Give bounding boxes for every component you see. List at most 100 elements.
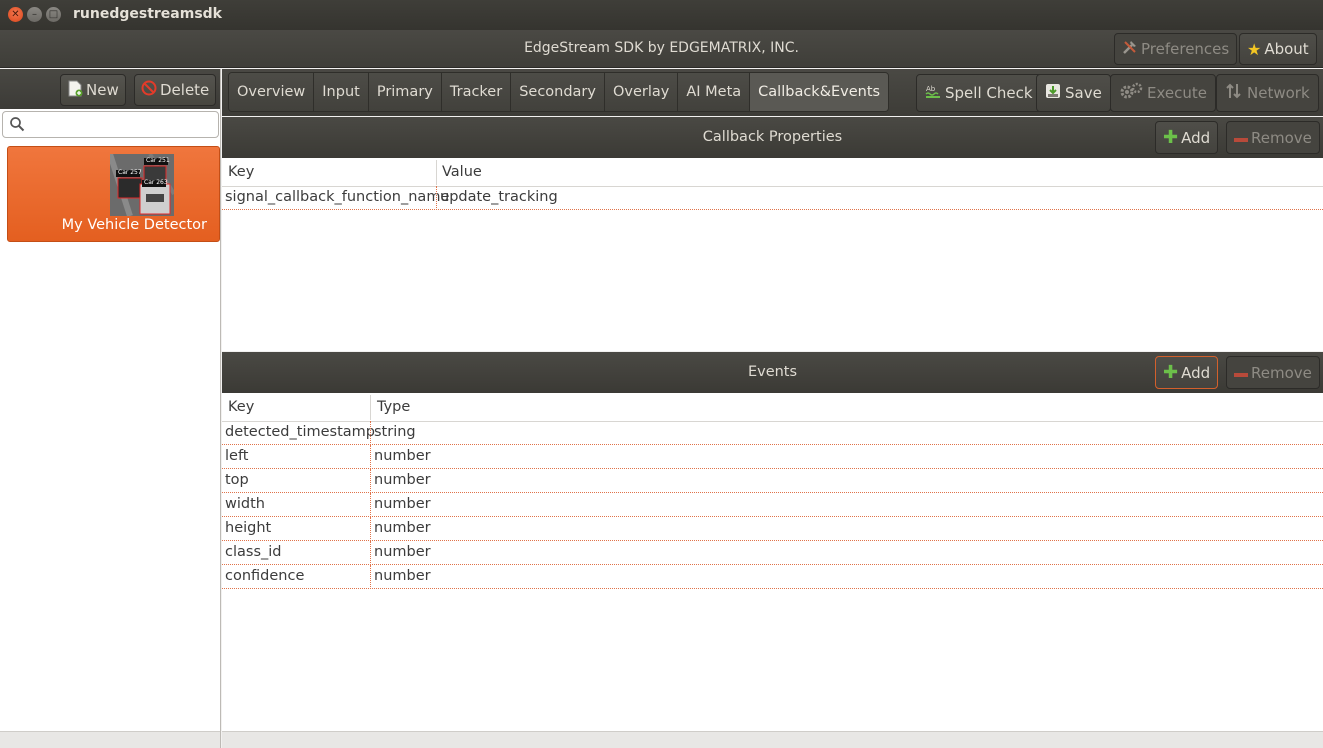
delete-label: Delete (160, 81, 210, 99)
column-divider (436, 160, 437, 185)
callback-add-label: Add (1181, 128, 1211, 147)
thumb-label-2: Car 257 (118, 169, 142, 176)
main-toolbar: Overview Input Primary Tracker Secondary… (222, 69, 1323, 116)
thumb-label-3: Car 263 (144, 179, 168, 186)
tab-tracker[interactable]: Tracker (441, 73, 512, 111)
cell-key[interactable]: class_id (225, 544, 281, 560)
callback-add-button[interactable]: ✚ Add (1155, 121, 1219, 154)
cell-key[interactable]: left (225, 448, 249, 464)
table-row[interactable]: height number (222, 517, 1323, 541)
cell-key[interactable]: detected_timestamp (225, 424, 375, 440)
cell-type[interactable]: number (374, 448, 431, 464)
project-thumbnail: Car 251 Car 257 Car 263 (110, 154, 174, 216)
tab-ai-meta[interactable]: AI Meta (678, 73, 751, 111)
window-minimize-button[interactable]: – (27, 7, 42, 22)
column-header-key[interactable]: Key (228, 399, 254, 415)
sidebar: New Delete Car 251 Car 257 Car 263 My Ve… (0, 69, 221, 748)
events-table-header: Key Type (222, 393, 1323, 422)
callback-properties-table: Key Value signal_callback_function_name … (222, 158, 1323, 351)
tab-bar: Overview Input Primary Tracker Secondary… (228, 72, 890, 112)
cell-type[interactable]: number (374, 544, 431, 560)
app-title: runedgestreamsdk (73, 6, 222, 22)
project-name: My Vehicle Detector (61, 217, 207, 233)
preferences-button[interactable]: Preferences (1114, 33, 1238, 65)
table-row[interactable]: top number (222, 469, 1323, 493)
callback-remove-button[interactable]: Remove (1226, 121, 1320, 154)
project-item-my-vehicle-detector[interactable]: Car 251 Car 257 Car 263 My Vehicle Detec… (7, 146, 220, 242)
new-button[interactable]: New (60, 74, 126, 106)
no-entry-icon (141, 80, 157, 100)
table-row[interactable]: class_id number (222, 541, 1323, 565)
gears-icon (1119, 81, 1143, 105)
cell-key[interactable]: width (225, 496, 265, 512)
star-icon: ★ (1247, 39, 1262, 59)
save-button[interactable]: Save (1036, 74, 1111, 112)
callback-table-header: Key Value (222, 158, 1323, 187)
spell-check-icon: Ab (925, 83, 941, 103)
events-remove-button[interactable]: Remove (1226, 356, 1320, 389)
search-box (2, 111, 219, 138)
tab-overview[interactable]: Overview (229, 73, 315, 111)
thumb-label-1: Car 251 (146, 157, 170, 164)
tab-primary[interactable]: Primary (368, 73, 442, 111)
window-titlebar: ✕ – □ runedgestreamsdk (0, 0, 1323, 30)
delete-button[interactable]: Delete (134, 74, 217, 106)
spell-check-label: Spell Check (945, 84, 1033, 102)
execute-button[interactable]: Execute (1110, 74, 1216, 112)
sidebar-scrollbar[interactable] (0, 731, 220, 748)
main-scrollbar[interactable] (222, 731, 1323, 748)
tab-overlay[interactable]: Overlay (604, 73, 679, 111)
cell-type[interactable]: number (374, 520, 431, 536)
events-add-label: Add (1181, 363, 1211, 382)
tab-input[interactable]: Input (314, 73, 369, 111)
spell-check-button[interactable]: Ab Spell Check (916, 74, 1042, 112)
new-file-icon (67, 80, 83, 101)
events-header: Events ✚ Add Remove (222, 352, 1323, 393)
tab-secondary[interactable]: Secondary (511, 73, 605, 111)
cell-type[interactable]: string (374, 424, 416, 440)
table-row[interactable]: signal_callback_function_name update_tra… (222, 186, 1323, 210)
sidebar-toolbar: New Delete (0, 69, 220, 109)
execute-label: Execute (1147, 84, 1207, 102)
column-divider (370, 421, 371, 445)
cell-type[interactable]: number (374, 496, 431, 512)
window-close-button[interactable]: ✕ (8, 7, 23, 22)
tab-callback-events[interactable]: Callback&Events (750, 73, 889, 111)
plus-icon: ✚ (1163, 362, 1179, 383)
cell-type[interactable]: number (374, 472, 431, 488)
column-divider (370, 493, 371, 517)
search-icon (9, 116, 25, 136)
column-divider (370, 517, 371, 541)
cell-value[interactable]: update_tracking (440, 189, 558, 205)
header-bar: EdgeStream SDK by EDGEMATRIX, INC. Prefe… (0, 30, 1323, 68)
cell-key[interactable]: signal_callback_function_name (225, 189, 449, 205)
column-divider (370, 469, 371, 493)
cell-type[interactable]: number (374, 568, 431, 584)
callback-remove-label: Remove (1251, 128, 1312, 147)
column-divider (370, 395, 371, 420)
preferences-label: Preferences (1141, 40, 1230, 58)
network-button[interactable]: Network (1216, 74, 1319, 112)
cell-key[interactable]: confidence (225, 568, 304, 584)
tools-icon (1122, 39, 1138, 59)
network-arrows-icon (1225, 82, 1243, 104)
about-button[interactable]: ★ About (1239, 33, 1317, 65)
table-row[interactable]: detected_timestamp string (222, 421, 1323, 445)
events-add-button[interactable]: ✚ Add (1155, 356, 1219, 389)
cell-key[interactable]: height (225, 520, 271, 536)
events-remove-label: Remove (1251, 363, 1312, 382)
table-row[interactable]: width number (222, 493, 1323, 517)
column-header-key[interactable]: Key (228, 164, 254, 180)
column-divider (370, 541, 371, 565)
column-header-type[interactable]: Type (377, 399, 410, 415)
column-header-value[interactable]: Value (442, 164, 482, 180)
search-input[interactable] (25, 115, 215, 135)
cell-key[interactable]: top (225, 472, 249, 488)
table-row[interactable]: left number (222, 445, 1323, 469)
new-label: New (86, 81, 119, 99)
minus-icon (1234, 364, 1248, 382)
callback-properties-header: Callback Properties ✚ Add Remove (222, 117, 1323, 158)
plus-icon: ✚ (1163, 127, 1179, 148)
window-maximize-button[interactable]: □ (46, 7, 61, 22)
table-row[interactable]: confidence number (222, 565, 1323, 589)
